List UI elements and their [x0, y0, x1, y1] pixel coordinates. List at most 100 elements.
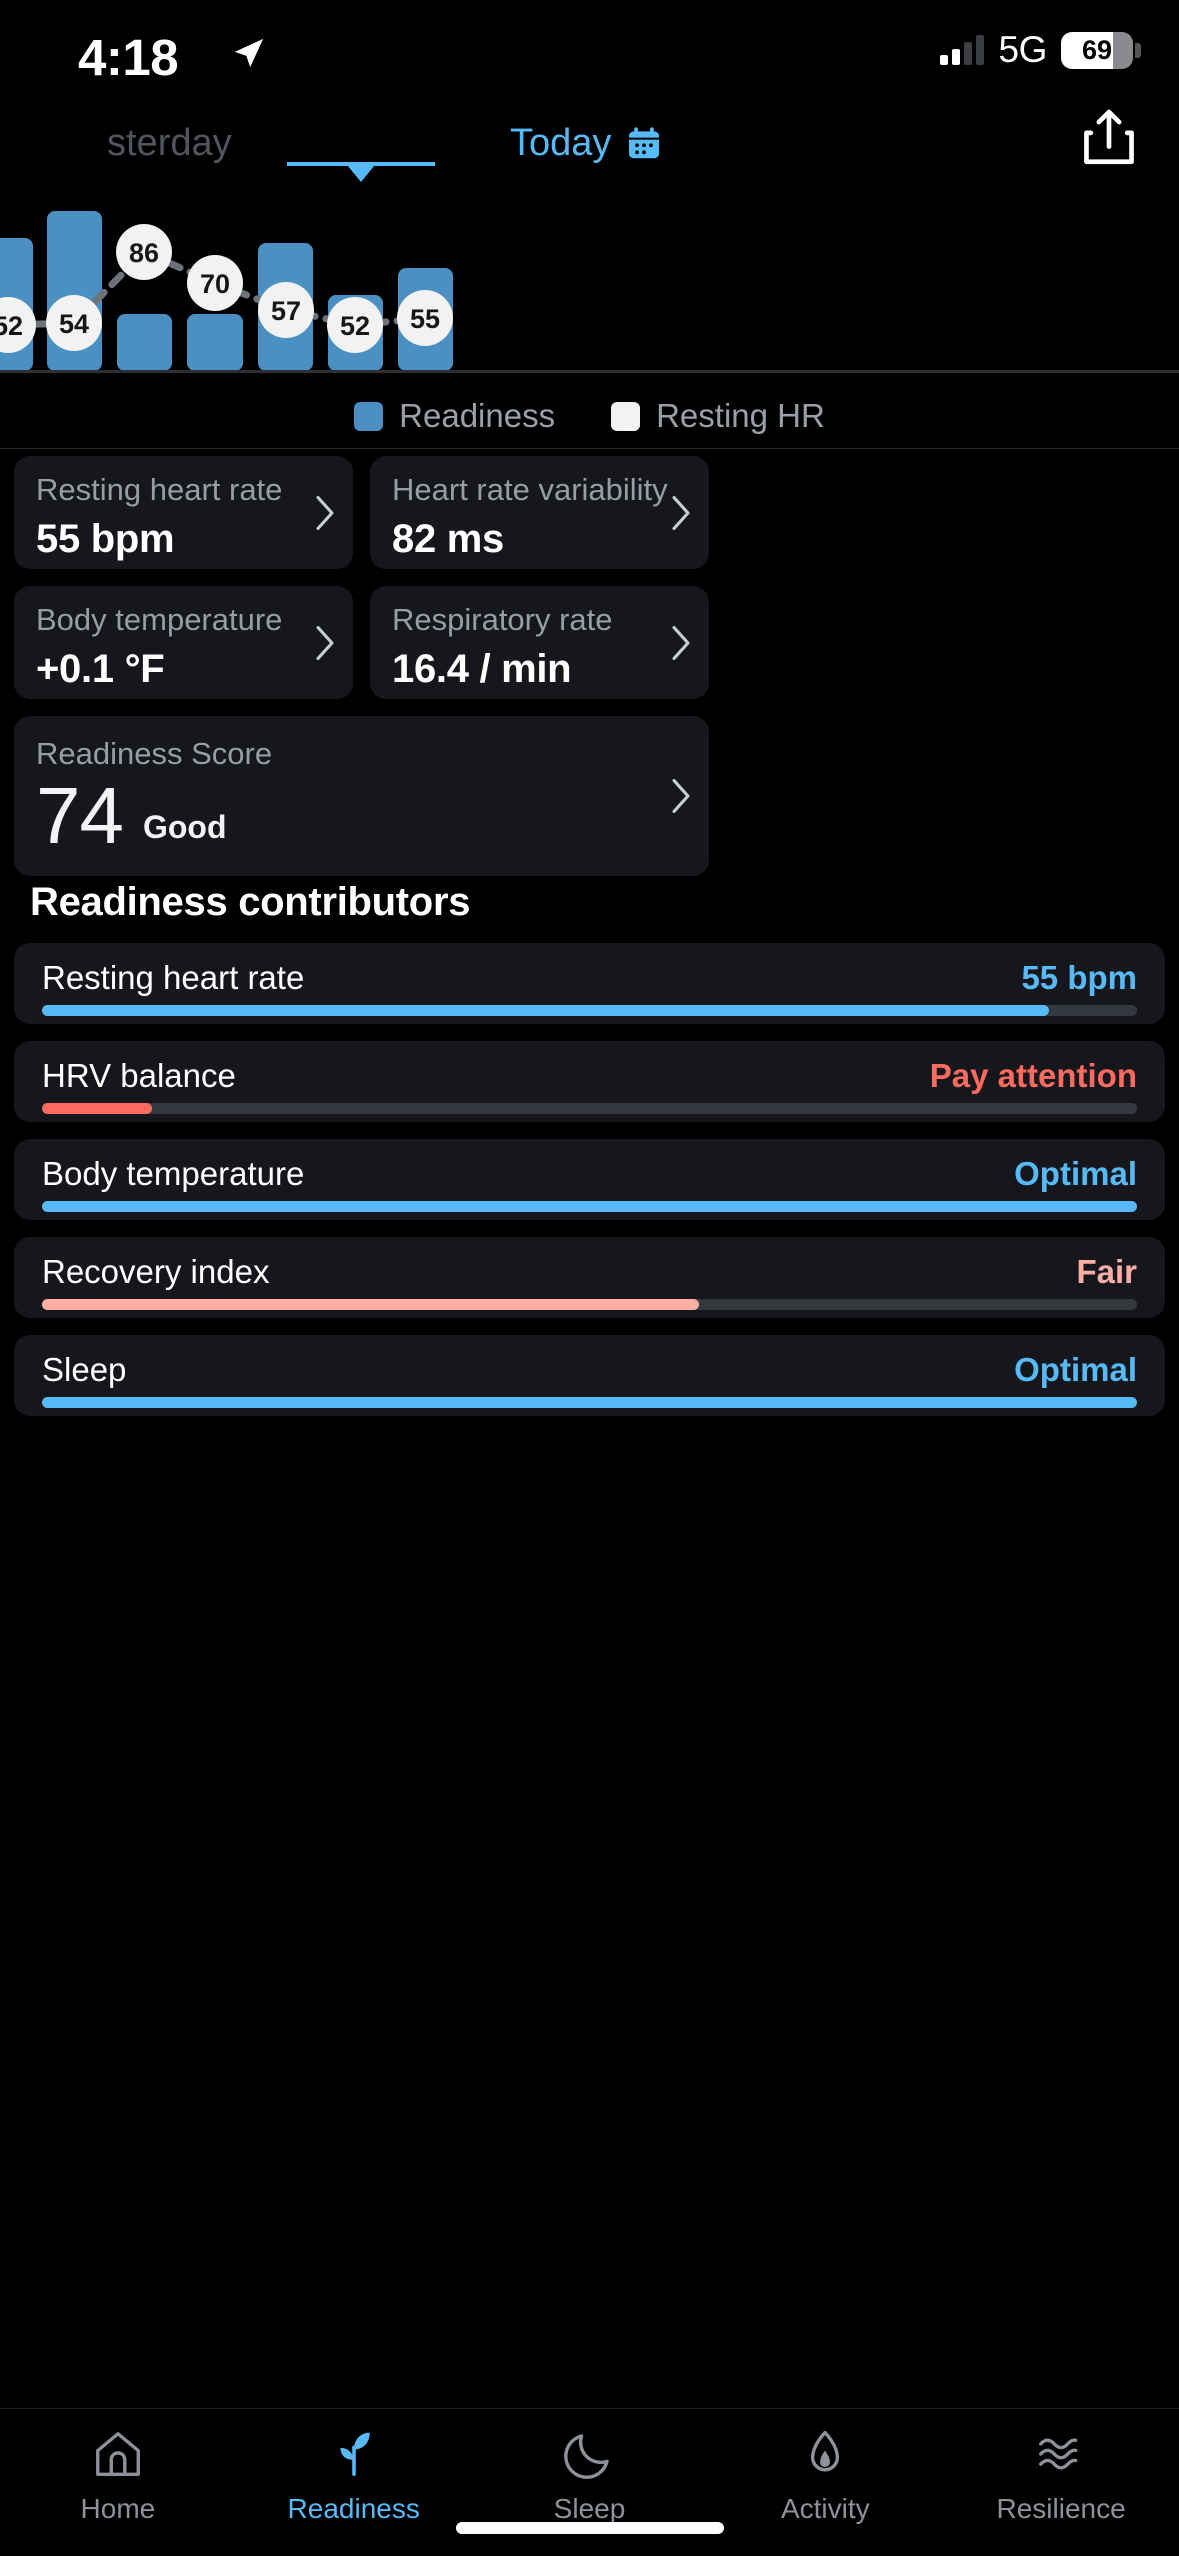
readiness-trend-chart[interactable]: 52 54 86 70 57 52 55: [0, 190, 1179, 380]
chevron-right-icon: [315, 495, 335, 530]
contributor-header: Sleep Optimal: [42, 1351, 1137, 1389]
metric-value: 82 ms: [392, 516, 504, 561]
svg-text:54: 54: [59, 309, 89, 339]
svg-text:55: 55: [410, 304, 440, 334]
contributor-header: Body temperature Optimal: [42, 1155, 1137, 1193]
contributor-progress-fill: [42, 1299, 699, 1310]
contributors-list: Resting heart rate 55 bpm HRV balance Pa…: [14, 943, 1165, 1433]
svg-text:86: 86: [129, 238, 159, 268]
contributor-progress-track: [42, 1299, 1137, 1310]
contributor-name: Resting heart rate: [42, 959, 305, 996]
tab-activity[interactable]: Activity: [725, 2423, 925, 2525]
contributor-row-sleep[interactable]: Sleep Optimal: [14, 1335, 1165, 1416]
location-arrow-icon: [232, 36, 266, 70]
chart-canvas: 52 54 86 70 57 52 55: [0, 211, 1179, 373]
network-type-label: 5G: [998, 29, 1047, 70]
contributor-progress-track: [42, 1397, 1137, 1408]
legend-label-readiness: Readiness: [399, 397, 556, 434]
legend-label-resting-hr: Resting HR: [656, 397, 825, 434]
home-indicator[interactable]: [455, 2522, 724, 2534]
tab-home-label: Home: [80, 2493, 156, 2524]
contributor-name: HRV balance: [42, 1057, 236, 1094]
tab-sleep-label: Sleep: [553, 2493, 626, 2524]
tab-sleep[interactable]: Sleep: [489, 2423, 689, 2525]
contributor-value: Pay attention: [929, 1057, 1137, 1094]
metric-label: Heart rate variability: [392, 472, 668, 507]
svg-text:52: 52: [340, 311, 370, 341]
app-screen: 4:18 5G 69 sterday Today 52 54 86 70 57 …: [0, 0, 1179, 2556]
contributor-progress-fill: [42, 1397, 1137, 1408]
contributor-row-recovery-index[interactable]: Recovery index Fair: [14, 1237, 1165, 1318]
contributor-progress-fill: [42, 1005, 1050, 1016]
contributor-row-body-temperature[interactable]: Body temperature Optimal: [14, 1139, 1165, 1220]
legend-swatch-resting-hr: [611, 401, 641, 431]
waves-icon: [1034, 2423, 1088, 2485]
metric-value: +0.1 °F: [36, 646, 165, 691]
contributor-value: Optimal: [1014, 1155, 1137, 1192]
sprout-icon: [327, 2423, 381, 2485]
tab-active-caret: [347, 165, 375, 182]
chevron-right-icon: [315, 625, 335, 660]
contributor-name: Recovery index: [42, 1253, 270, 1290]
readiness-score-label: Readiness Score: [36, 736, 273, 771]
metric-card-grid: Resting heart rate 55 bpm Heart rate var…: [14, 456, 1165, 876]
contributor-value: Optimal: [1014, 1351, 1137, 1388]
calendar-icon: [625, 125, 663, 163]
contributor-progress-fill: [42, 1201, 1137, 1212]
home-icon: [91, 2423, 145, 2485]
metric-row-2: Body temperature +0.1 °F Respiratory rat…: [14, 586, 1165, 699]
battery-tip: [1135, 42, 1141, 58]
metric-label: Respiratory rate: [392, 602, 613, 637]
flame-icon: [798, 2423, 852, 2485]
metric-label: Resting heart rate: [36, 472, 283, 507]
contributor-value: 55 bpm: [1021, 959, 1137, 996]
battery-level-label: 69: [1061, 31, 1133, 69]
contributor-header: Resting heart rate 55 bpm: [42, 959, 1137, 997]
battery-icon: 69: [1061, 31, 1141, 69]
chevron-right-icon: [671, 495, 691, 530]
svg-text:57: 57: [271, 296, 301, 326]
moon-icon: [562, 2423, 616, 2485]
legend-swatch-readiness: [354, 401, 384, 431]
legend-item-readiness: Readiness: [354, 397, 555, 435]
tab-today[interactable]: Today: [510, 122, 663, 165]
page-title: Readiness contributors: [30, 880, 471, 924]
chart-legend: Readiness Resting HR: [0, 386, 1179, 446]
metric-row-1: Resting heart rate 55 bpm Heart rate var…: [14, 456, 1165, 569]
metric-card-heart-rate-variability[interactable]: Heart rate variability 82 ms: [370, 456, 709, 569]
contributor-progress-track: [42, 1103, 1137, 1114]
tab-yesterday-label: sterday: [107, 122, 232, 164]
readiness-score-value: 74: [36, 771, 124, 860]
status-time: 4:18: [78, 29, 179, 86]
contributor-row-hrv-balance[interactable]: HRV balance Pay attention: [14, 1041, 1165, 1122]
day-tab-bar: sterday Today: [0, 108, 1179, 180]
metric-label: Body temperature: [36, 602, 283, 637]
contributor-row-resting-heart-rate[interactable]: Resting heart rate 55 bpm: [14, 943, 1165, 1024]
contributor-progress-track: [42, 1005, 1137, 1016]
metric-card-resting-heart-rate[interactable]: Resting heart rate 55 bpm: [14, 456, 353, 569]
tab-activity-label: Activity: [780, 2493, 870, 2524]
metric-card-body-temperature[interactable]: Body temperature +0.1 °F: [14, 586, 353, 699]
contributor-value: Fair: [1076, 1253, 1137, 1290]
tab-home[interactable]: Home: [18, 2423, 218, 2525]
contributor-header: HRV balance Pay attention: [42, 1057, 1137, 1095]
share-icon[interactable]: [1075, 104, 1143, 170]
tab-today-label: Today: [510, 122, 612, 164]
tab-resilience-label: Resilience: [996, 2493, 1126, 2524]
readiness-score-card[interactable]: Readiness Score 74 Good: [14, 716, 709, 876]
metric-value: 16.4 / min: [392, 646, 572, 691]
readiness-score-qualifier: Good: [142, 809, 227, 845]
chevron-right-icon: [671, 779, 691, 813]
cellular-signal-icon: [940, 35, 985, 65]
legend-item-resting-hr: Resting HR: [611, 397, 825, 435]
contributor-header: Recovery index Fair: [42, 1253, 1137, 1291]
status-right-cluster: 5G 69: [940, 29, 1141, 70]
metric-card-respiratory-rate[interactable]: Respiratory rate 16.4 / min: [370, 586, 709, 699]
tab-resilience[interactable]: Resilience: [961, 2423, 1161, 2525]
section-divider: [0, 448, 1179, 449]
readiness-score-row: 74 Good: [36, 771, 687, 860]
tab-readiness[interactable]: Readiness: [254, 2423, 454, 2525]
tab-yesterday[interactable]: sterday: [107, 122, 232, 165]
tab-readiness-label: Readiness: [287, 2493, 420, 2524]
contributor-name: Sleep: [42, 1351, 127, 1388]
